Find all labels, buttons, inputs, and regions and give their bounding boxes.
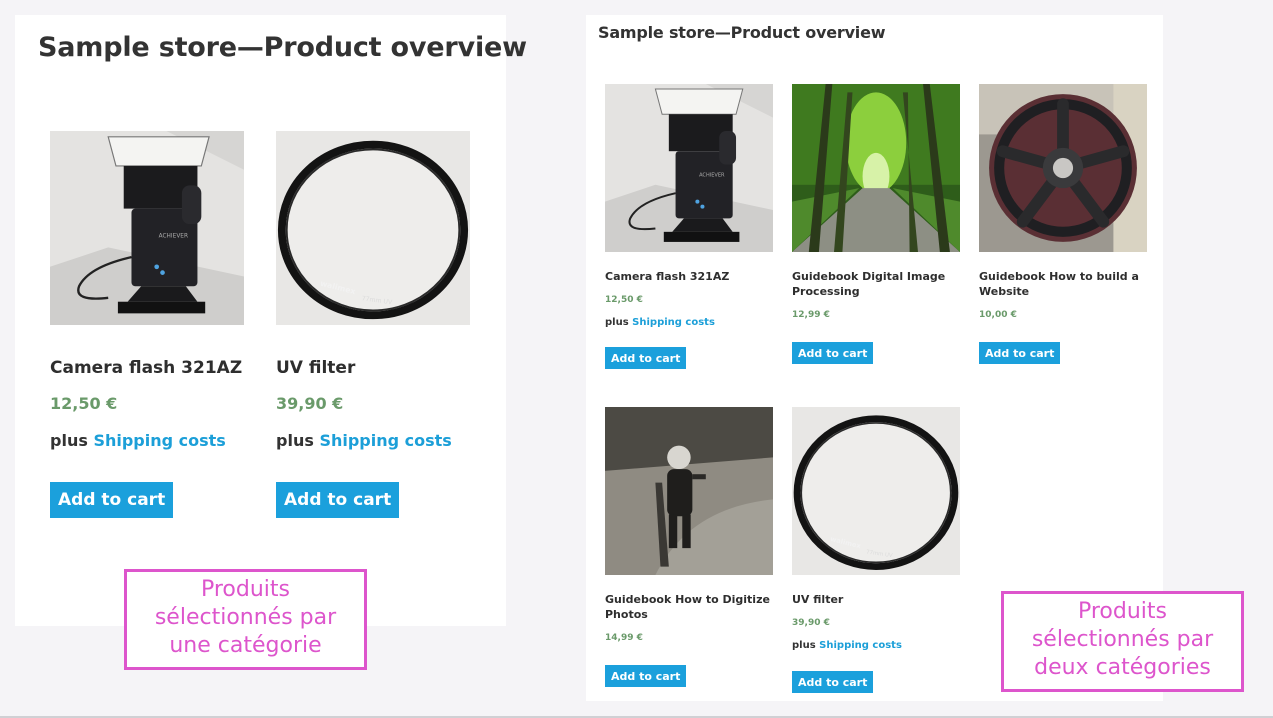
add-to-cart-button[interactable]: Add to cart (792, 671, 874, 693)
product-card-guidebook-digitize-photos: Guidebook How to Digitize Photos 14,99 €… (605, 407, 773, 707)
callout-line: deux catégories (1034, 655, 1211, 680)
add-to-cart-button[interactable]: Add to cart (605, 665, 687, 687)
two-categories-callout: Produits sélectionnés par deux catégorie… (1001, 591, 1244, 692)
product-title[interactable]: UV filter (792, 593, 960, 608)
product-title[interactable]: Guidebook How to build a Website (979, 270, 1147, 300)
product-price: 12,50 € (50, 394, 118, 413)
product-card-guidebook-website: Guidebook How to build a Website 10,00 €… (979, 84, 1147, 384)
product-card-camera-flash: Camera flash 321AZ 12,50 € plus Shipping… (605, 84, 773, 384)
product-card-uv-filter: UV filter 39,90 € plus Shipping costs Ad… (792, 407, 960, 707)
shipping-prefix: plus (792, 640, 816, 651)
add-to-cart-button[interactable]: Add to cart (979, 342, 1061, 364)
rusty-valve-wheel-image[interactable] (979, 84, 1147, 252)
one-category-callout: Produits sélectionnés par une catégorie (124, 569, 367, 670)
add-to-cart-button[interactable]: Add to cart (792, 342, 874, 364)
callout-line: une catégorie (169, 633, 322, 658)
shipping-costs-link[interactable]: Shipping costs (319, 431, 451, 450)
add-to-cart-button[interactable]: Add to cart (276, 482, 400, 518)
product-price: 12,50 € (605, 295, 643, 305)
product-card-uv-filter: UV filter 39,90 € plus Shipping costs Ad… (276, 131, 470, 551)
product-title[interactable]: Camera flash 321AZ (605, 270, 773, 285)
shipping-costs-link[interactable]: Shipping costs (632, 317, 715, 328)
uv-filter-image[interactable] (276, 131, 470, 325)
shipping-costs-link[interactable]: Shipping costs (819, 640, 902, 651)
product-title[interactable]: Guidebook How to Digitize Photos (605, 593, 773, 623)
green-tree-avenue-image[interactable] (792, 84, 960, 252)
shipping-note: plus Shipping costs (50, 431, 226, 450)
shipping-costs-link[interactable]: Shipping costs (93, 431, 225, 450)
product-card-guidebook-image-processing: Guidebook Digital Image Processing 12,99… (792, 84, 960, 384)
callout-line: Produits (200, 577, 290, 602)
callout-line: sélectionnés par (154, 605, 337, 630)
product-title[interactable]: Camera flash 321AZ (50, 357, 242, 380)
child-vintage-photo-image[interactable] (605, 407, 773, 575)
add-to-cart-button[interactable]: Add to cart (50, 482, 174, 518)
product-price: 12,99 € (792, 310, 830, 320)
product-price: 14,99 € (605, 633, 643, 643)
camera-flash-image[interactable] (50, 131, 244, 325)
product-price: 39,90 € (276, 394, 344, 413)
add-to-cart-button[interactable]: Add to cart (605, 347, 687, 369)
shipping-prefix: plus (605, 317, 629, 328)
product-price: 10,00 € (979, 310, 1017, 320)
product-title[interactable]: UV filter (276, 357, 355, 380)
page-title: Sample store—Product overview (598, 23, 886, 42)
product-title[interactable]: Guidebook Digital Image Processing (792, 270, 960, 300)
shipping-note: plus Shipping costs (792, 640, 902, 651)
page-title: Sample store—Product overview (38, 32, 527, 63)
shipping-prefix: plus (50, 431, 88, 450)
product-price: 39,90 € (792, 618, 830, 628)
shipping-prefix: plus (276, 431, 314, 450)
uv-filter-image[interactable] (792, 407, 960, 575)
shipping-note: plus Shipping costs (276, 431, 452, 450)
callout-line: sélectionnés par (1031, 627, 1214, 652)
callout-line: Produits (1077, 599, 1167, 624)
shipping-note: plus Shipping costs (605, 317, 715, 328)
single-category-product-panel: Sample store—Product overview Camera fla… (15, 15, 527, 626)
camera-flash-image[interactable] (605, 84, 773, 252)
product-card-camera-flash: Camera flash 321AZ 12,50 € plus Shipping… (50, 131, 244, 551)
